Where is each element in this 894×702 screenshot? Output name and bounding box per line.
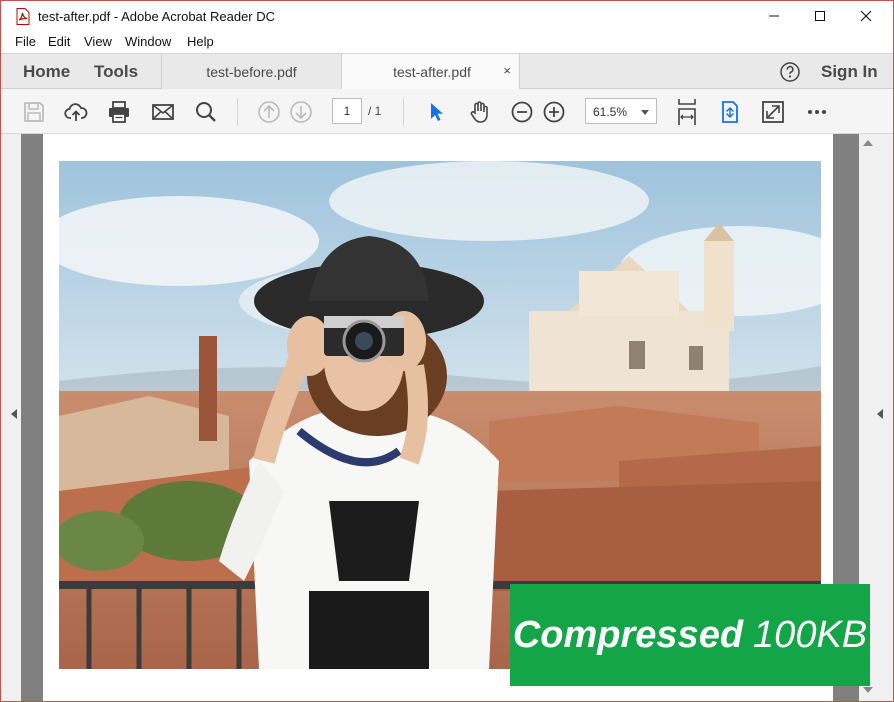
zoom-out-icon[interactable]	[510, 100, 534, 124]
search-icon[interactable]	[194, 100, 218, 124]
scroll-up-icon[interactable]	[863, 140, 873, 146]
print-icon[interactable]	[107, 100, 131, 124]
tab-tools[interactable]: Tools	[94, 62, 138, 82]
menu-bar: File Edit View Window Help	[1, 32, 893, 53]
pdf-file-icon	[16, 8, 30, 25]
menu-window[interactable]: Window	[125, 34, 171, 49]
document-tab-label: test-after.pdf	[393, 64, 471, 80]
upload-cloud-icon[interactable]	[64, 100, 88, 124]
email-icon[interactable]	[151, 100, 175, 124]
rotate-scroll-icon[interactable]	[718, 100, 742, 124]
tab-home[interactable]: Home	[23, 62, 70, 82]
menu-view[interactable]: View	[84, 34, 112, 49]
expand-left-panel-icon[interactable]	[11, 409, 17, 419]
scroll-down-icon[interactable]	[863, 687, 873, 693]
expand-right-panel-icon[interactable]	[877, 409, 883, 419]
tab-bar: Home Tools test-before.pdf test-after.pd…	[1, 53, 893, 90]
full-screen-icon[interactable]	[761, 100, 785, 124]
toolbar-separator	[403, 98, 404, 126]
title-bar: test-after.pdf - Adobe Acrobat Reader DC	[1, 1, 893, 32]
previous-page-icon[interactable]	[257, 100, 281, 124]
zoom-dropdown[interactable]: 61.5%	[585, 98, 657, 124]
badge-label: Compressed	[512, 613, 744, 656]
select-arrow-icon[interactable]	[424, 100, 448, 124]
document-tab-after[interactable]: test-after.pdf ×	[341, 54, 520, 90]
chevron-down-icon	[641, 110, 649, 115]
close-tab-icon[interactable]: ×	[503, 63, 511, 78]
close-icon	[860, 10, 872, 22]
more-options-icon[interactable]	[805, 100, 829, 124]
zoom-value: 61.5%	[593, 105, 628, 119]
minimize-icon	[769, 15, 779, 17]
fit-page-icon[interactable]	[675, 97, 699, 127]
compressed-size-badge: Compressed 100KB	[510, 584, 870, 686]
page-number-input[interactable]: 1	[332, 98, 362, 124]
help-circle-icon[interactable]	[780, 62, 800, 82]
menu-edit[interactable]: Edit	[48, 34, 70, 49]
document-tab-label: test-before.pdf	[206, 64, 297, 80]
maximize-icon	[815, 11, 825, 21]
toolbar-separator	[237, 98, 238, 126]
hand-pan-icon[interactable]	[467, 100, 491, 124]
acrobat-window: test-after.pdf - Adobe Acrobat Reader DC…	[0, 0, 894, 702]
document-tab-before[interactable]: test-before.pdf	[161, 54, 341, 89]
zoom-in-icon[interactable]	[542, 100, 566, 124]
toolbar: 1 / 1 61.5%	[1, 89, 893, 134]
badge-size: 100KB	[753, 613, 868, 656]
sign-in-link[interactable]: Sign In	[821, 62, 878, 82]
badge-text: Compressed 100KB	[513, 614, 867, 657]
close-window-button[interactable]	[843, 1, 889, 31]
page-total: / 1	[368, 104, 382, 118]
window-title: test-after.pdf - Adobe Acrobat Reader DC	[38, 9, 276, 24]
save-icon[interactable]	[22, 100, 46, 124]
menu-help[interactable]: Help	[187, 34, 214, 49]
maximize-button[interactable]	[797, 1, 843, 31]
menu-file[interactable]: File	[15, 34, 36, 49]
next-page-icon[interactable]	[289, 100, 313, 124]
minimize-button[interactable]	[751, 1, 797, 31]
